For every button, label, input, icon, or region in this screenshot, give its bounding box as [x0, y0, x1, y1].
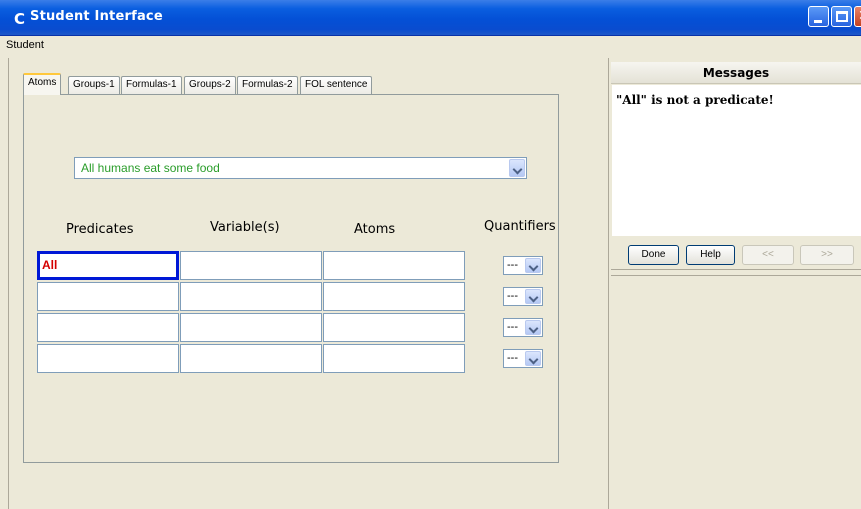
atoms-input-4[interactable]: [323, 344, 465, 373]
chevron-down-icon[interactable]: [525, 258, 541, 273]
predicate-input-3[interactable]: [37, 313, 179, 342]
quantifier-select-2-value: ---: [507, 290, 518, 302]
chevron-down-icon[interactable]: [525, 351, 541, 366]
quantifier-select-1[interactable]: ---: [503, 256, 543, 275]
tab-formulas-1[interactable]: Formulas-1: [121, 76, 182, 94]
tab-formulas-2[interactable]: Formulas-2: [237, 76, 298, 94]
tab-atoms[interactable]: Atoms: [23, 73, 62, 95]
menu-bar: Student: [0, 36, 861, 56]
sentence-select-value: All humans eat some food: [81, 161, 220, 175]
window-title: Student Interface: [30, 9, 163, 24]
tab-groups-2[interactable]: Groups-2: [184, 76, 236, 94]
predicate-input-1-value: All: [42, 258, 58, 272]
student-interface-window: C Student Interface ✕ Student Atoms Grou…: [0, 0, 861, 509]
predicate-input-2[interactable]: [37, 282, 179, 311]
header-atoms: Atoms: [354, 222, 396, 237]
lower-right-panel: [611, 275, 861, 509]
quantifier-select-2[interactable]: ---: [503, 287, 543, 306]
quantifier-select-1-value: ---: [507, 259, 518, 271]
variables-input-2[interactable]: [180, 282, 322, 311]
messages-panel: Messages "All" is not a predicate! Done …: [611, 58, 861, 270]
chevron-down-icon[interactable]: [525, 289, 541, 304]
tab-groups-1[interactable]: Groups-1: [68, 76, 120, 94]
quantifier-select-4-value: ---: [507, 352, 518, 364]
variables-input-3[interactable]: [180, 313, 322, 342]
done-button[interactable]: Done: [628, 245, 679, 265]
messages-area: "All" is not a predicate!: [612, 85, 861, 236]
header-predicates: Predicates: [66, 222, 134, 237]
variables-input-4[interactable]: [180, 344, 322, 373]
predicate-input-1[interactable]: All: [37, 251, 179, 280]
left-panel: Atoms Groups-1 Formulas-1 Groups-2 Formu…: [8, 58, 608, 509]
maximize-icon: [836, 11, 848, 22]
atoms-input-2[interactable]: [323, 282, 465, 311]
message-text: "All" is not a predicate!: [616, 93, 774, 107]
messages-header: Messages: [611, 62, 861, 84]
help-button[interactable]: Help: [686, 245, 735, 265]
app-icon: C: [14, 10, 26, 28]
atoms-tab-panel: All humans eat some food Predicates Vari…: [23, 94, 559, 463]
chevron-down-icon[interactable]: [525, 320, 541, 335]
variables-input-1[interactable]: [180, 251, 322, 280]
chevron-down-icon[interactable]: [509, 159, 525, 177]
predicate-input-4[interactable]: [37, 344, 179, 373]
quantifier-select-3-value: ---: [507, 321, 518, 333]
menu-student[interactable]: Student: [6, 39, 44, 51]
previous-message-button[interactable]: <<: [742, 245, 794, 265]
atoms-input-3[interactable]: [323, 313, 465, 342]
header-variables: Variable(s): [210, 220, 280, 235]
sentence-select[interactable]: All humans eat some food: [74, 157, 527, 179]
quantifier-select-3[interactable]: ---: [503, 318, 543, 337]
close-button[interactable]: ✕: [854, 6, 861, 27]
minimize-button[interactable]: [808, 6, 829, 27]
quantifier-select-4[interactable]: ---: [503, 349, 543, 368]
minimize-icon: [814, 20, 822, 23]
maximize-button[interactable]: [831, 6, 852, 27]
atoms-input-1[interactable]: [323, 251, 465, 280]
title-bar[interactable]: C Student Interface ✕: [0, 0, 861, 36]
tab-fol-sentence[interactable]: FOL sentence: [300, 76, 373, 94]
next-message-button[interactable]: >>: [800, 245, 854, 265]
header-quantifiers: Quantifiers: [484, 219, 556, 234]
